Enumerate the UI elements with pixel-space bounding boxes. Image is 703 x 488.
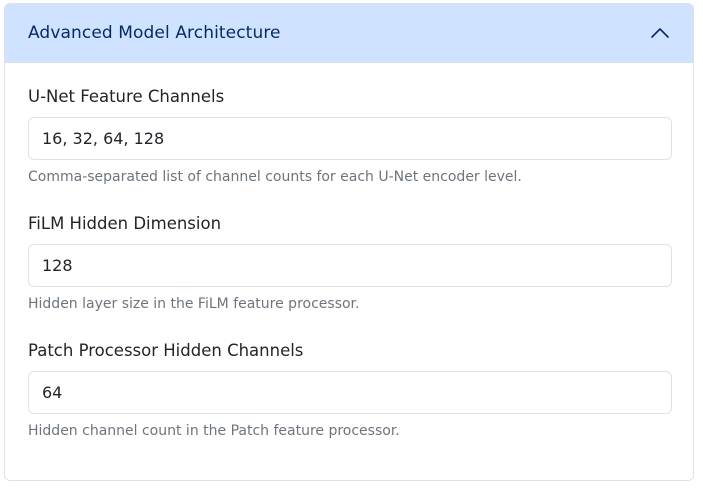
film-hidden-dimension-help: Hidden layer size in the FiLM feature pr… bbox=[28, 296, 360, 312]
accordion-header-toggle[interactable]: Advanced Model Architecture bbox=[5, 4, 693, 63]
film-hidden-dimension-input[interactable] bbox=[28, 244, 672, 287]
chevron-up-icon[interactable] bbox=[650, 23, 670, 43]
film-hidden-dimension-label: FiLM Hidden Dimension bbox=[28, 214, 222, 233]
accordion-title: Advanced Model Architecture bbox=[28, 23, 281, 43]
patch-processor-hidden-channels-help: Hidden channel count in the Patch featur… bbox=[28, 423, 400, 439]
patch-processor-hidden-channels-label: Patch Processor Hidden Channels bbox=[28, 341, 304, 360]
patch-processor-hidden-channels-input[interactable] bbox=[28, 371, 672, 414]
advanced-architecture-accordion: Advanced Model Architecture U-Net Featur… bbox=[4, 3, 694, 481]
unet-feature-channels-input[interactable] bbox=[28, 117, 672, 160]
unet-feature-channels-label: U-Net Feature Channels bbox=[28, 87, 225, 106]
unet-feature-channels-help: Comma-separated list of channel counts f… bbox=[28, 169, 522, 185]
